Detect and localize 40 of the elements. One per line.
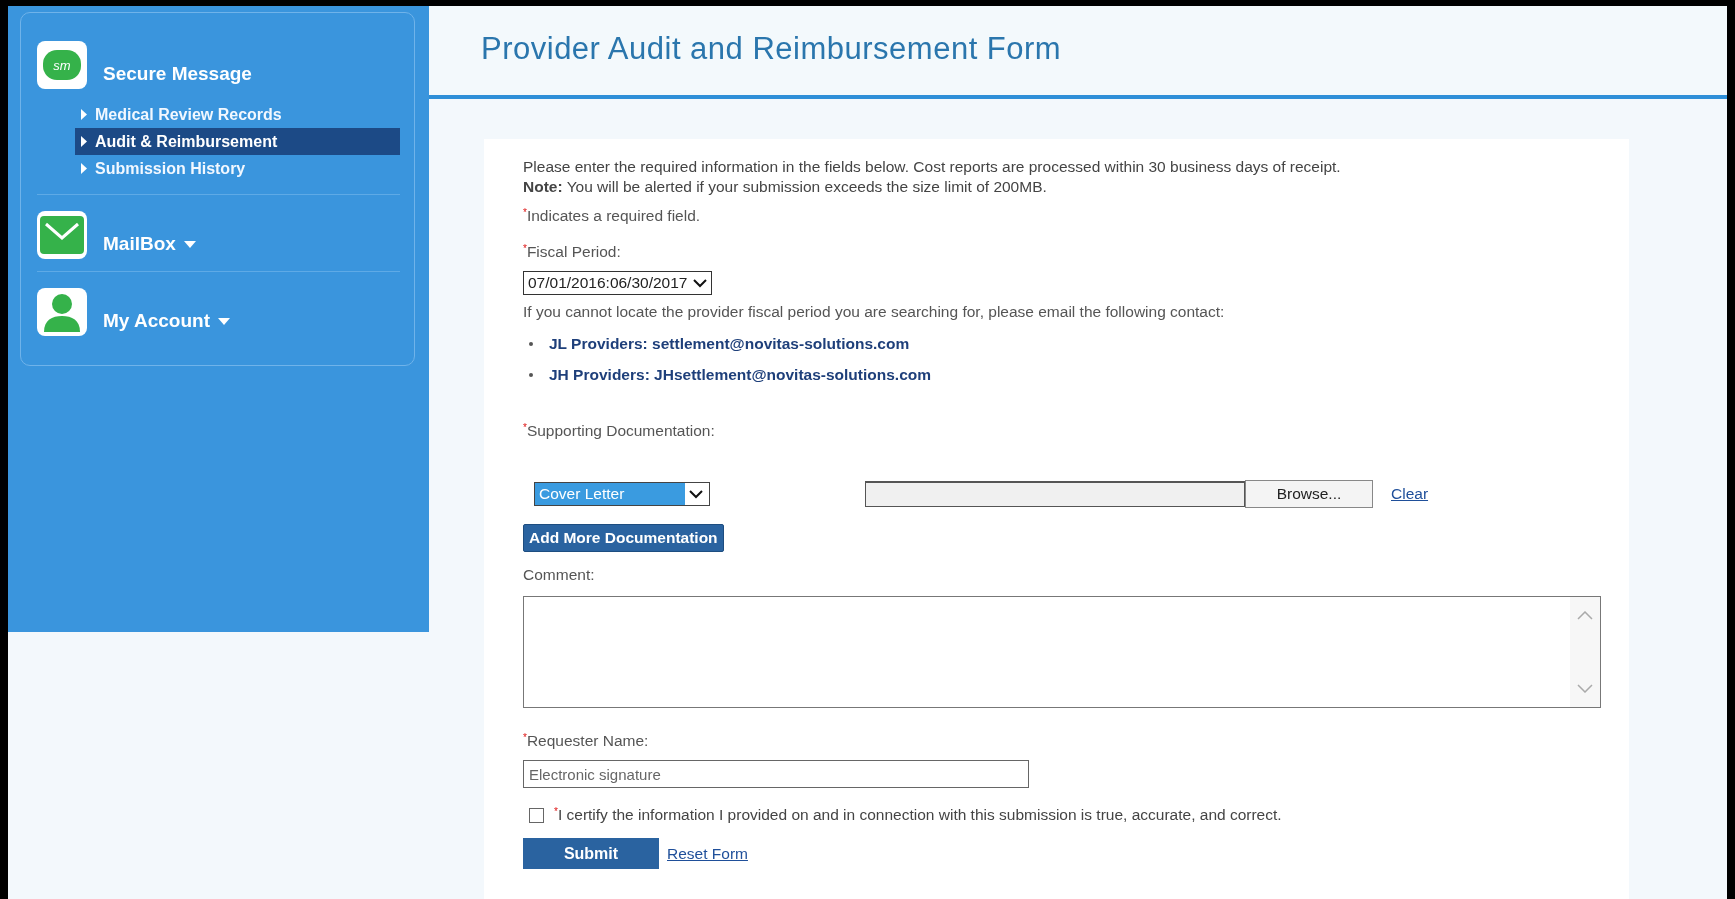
contact-text: JL Providers: settlement@novitas-solutions.com (549, 335, 910, 353)
help-text: If you cannot locate the provider fiscal period you are searching for, please email the following contact: (523, 303, 1226, 321)
triangle-right-icon (81, 163, 87, 174)
contact-text: JH Providers: JHsettlement@novitas-solutions.com (549, 366, 932, 384)
chevron-down-icon[interactable] (1577, 684, 1593, 693)
certify-checkbox[interactable] (529, 807, 544, 823)
note-text: Note: You will be alerted if your submission exceeds the size limit of 200MB. (523, 177, 1048, 197)
submit-button[interactable]: Submit (523, 838, 659, 869)
reset-form-link[interactable]: Reset Form (667, 844, 748, 863)
required-legend: *Indicates a required field. (523, 207, 1601, 225)
person-icon (37, 288, 87, 336)
comment-field[interactable] (523, 596, 1601, 708)
field-label: *Requester Name: (523, 732, 650, 750)
intro-text: Please enter the required information in the fields below. Cost reports are processed within 30 business days of receipt. (523, 157, 1342, 177)
fiscal-period-select[interactable]: 07/01/2016:06/30/2017 (523, 271, 713, 295)
add-documentation-button[interactable]: Add More Documentation (523, 524, 724, 552)
nav-item[interactable]: Audit & Reimbursement (75, 128, 400, 155)
section-title[interactable]: My Account (103, 310, 230, 332)
section-title[interactable]: MailBox (103, 233, 196, 255)
field-label: Comment: (523, 566, 596, 584)
browse-button[interactable]: Browse... (1245, 480, 1373, 508)
caret-down-icon (217, 317, 230, 325)
requester-name-field[interactable]: Electronic signature (523, 760, 1029, 788)
field-label: *Fiscal Period: (523, 243, 622, 261)
page-title: Provider Audit and Reimbursement Form (481, 30, 1062, 67)
file-path-field[interactable] (865, 481, 1245, 507)
triangle-right-icon (81, 136, 87, 147)
envelope-icon (37, 211, 87, 259)
triangle-right-icon (81, 109, 87, 120)
bullet-icon (529, 373, 533, 377)
bullet-icon (529, 342, 533, 346)
caret-down-icon (183, 240, 196, 248)
chevron-down-icon (689, 489, 703, 499)
clear-link[interactable]: Clear (1391, 485, 1429, 503)
secure-message-icon: sm (37, 41, 87, 89)
certify-text: *I certify the information I provided on and in connection with this submission is true, accurate, and correct. (554, 806, 1282, 824)
chevron-up-icon[interactable] (1577, 611, 1593, 620)
field-label: *Supporting Documentation: (523, 422, 716, 440)
section-title[interactable]: Secure Message (103, 63, 252, 85)
chevron-down-icon (693, 278, 708, 288)
